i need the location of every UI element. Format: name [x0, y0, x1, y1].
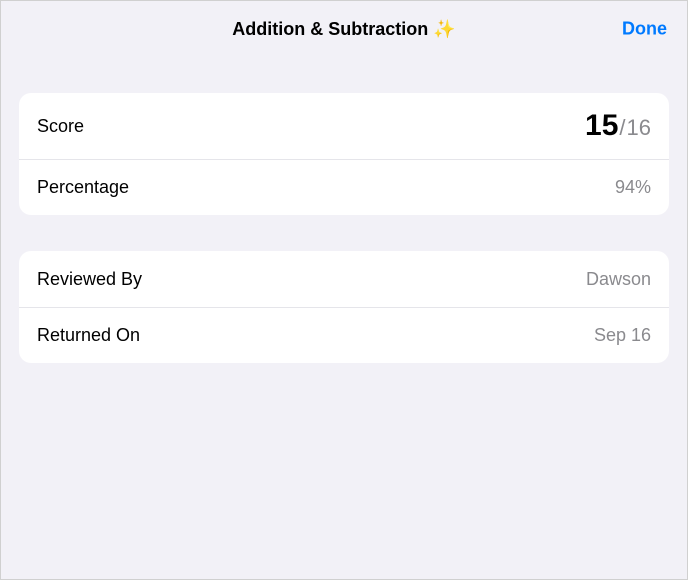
score-separator: /	[619, 115, 625, 141]
returned-on-value: Sep 16	[594, 325, 651, 346]
returned-on-label: Returned On	[37, 325, 140, 346]
reviewed-by-row: Reviewed By Dawson	[19, 251, 669, 307]
returned-on-row: Returned On Sep 16	[19, 307, 669, 363]
reviewed-by-label: Reviewed By	[37, 269, 142, 290]
done-button[interactable]: Done	[622, 19, 667, 40]
review-card: Reviewed By Dawson Returned On Sep 16	[19, 251, 669, 363]
header: Addition & Subtraction ✨ Done	[1, 1, 687, 57]
content: Score 15 / 16 Percentage 94% Reviewed By…	[1, 57, 687, 363]
score-total: 16	[627, 115, 651, 141]
score-earned: 15	[585, 109, 618, 143]
percentage-value: 94%	[615, 177, 651, 198]
score-label: Score	[37, 116, 84, 137]
score-row: Score 15 / 16	[19, 93, 669, 159]
score-card: Score 15 / 16 Percentage 94%	[19, 93, 669, 215]
page-title: Addition & Subtraction ✨	[232, 19, 455, 40]
reviewed-by-value: Dawson	[586, 269, 651, 290]
percentage-label: Percentage	[37, 177, 129, 198]
percentage-row: Percentage 94%	[19, 159, 669, 215]
score-value: 15 / 16	[585, 109, 651, 143]
